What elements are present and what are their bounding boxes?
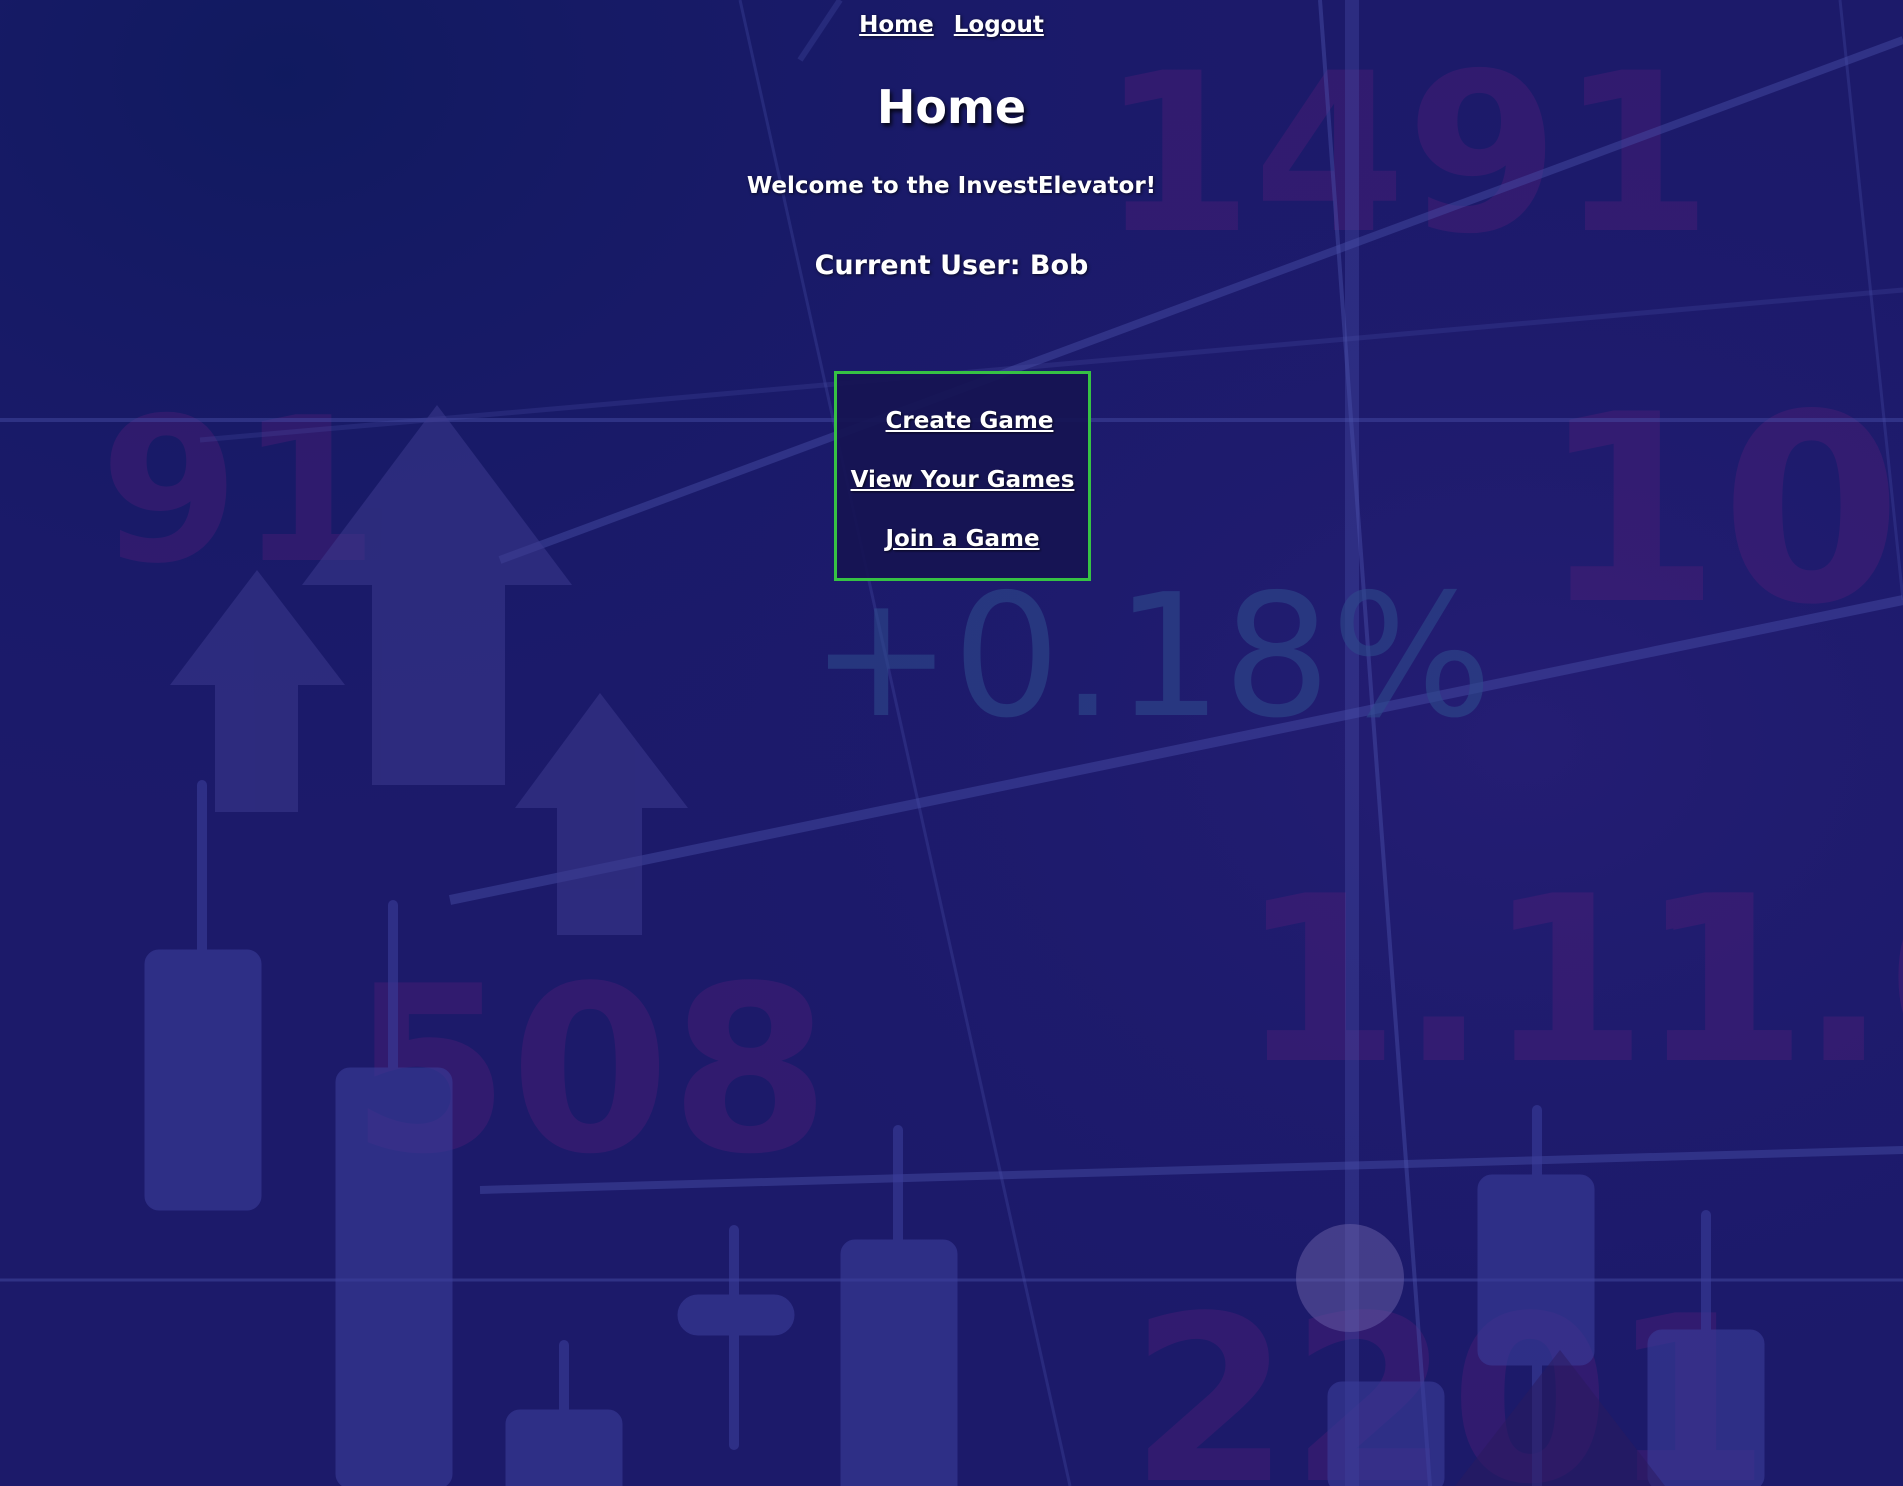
view-your-games-link[interactable]: View Your Games: [837, 467, 1088, 493]
game-menu-box: Create Game View Your Games Join a Game: [834, 371, 1091, 581]
current-user-label: Current User: Bob: [814, 250, 1089, 281]
stock-market-background: 1491 10.1 1.11 1.0 508 2201 91 +0.18%: [0, 0, 1903, 1486]
page-title: Home: [876, 80, 1027, 134]
nav-logout-link[interactable]: Logout: [954, 12, 1044, 38]
top-navigation: Home Logout: [0, 12, 1903, 38]
join-a-game-link[interactable]: Join a Game: [837, 526, 1088, 552]
svg-text:1491: 1491: [1100, 26, 1712, 282]
svg-text:1.0: 1.0: [1640, 848, 1903, 1115]
nav-home-link[interactable]: Home: [859, 12, 934, 38]
svg-text:10.1: 10.1: [1540, 360, 1903, 662]
create-game-link[interactable]: Create Game: [837, 408, 1088, 434]
welcome-message: Welcome to the InvestElevator!: [746, 173, 1157, 199]
percentage-watermark: +0.18%: [810, 558, 1493, 756]
